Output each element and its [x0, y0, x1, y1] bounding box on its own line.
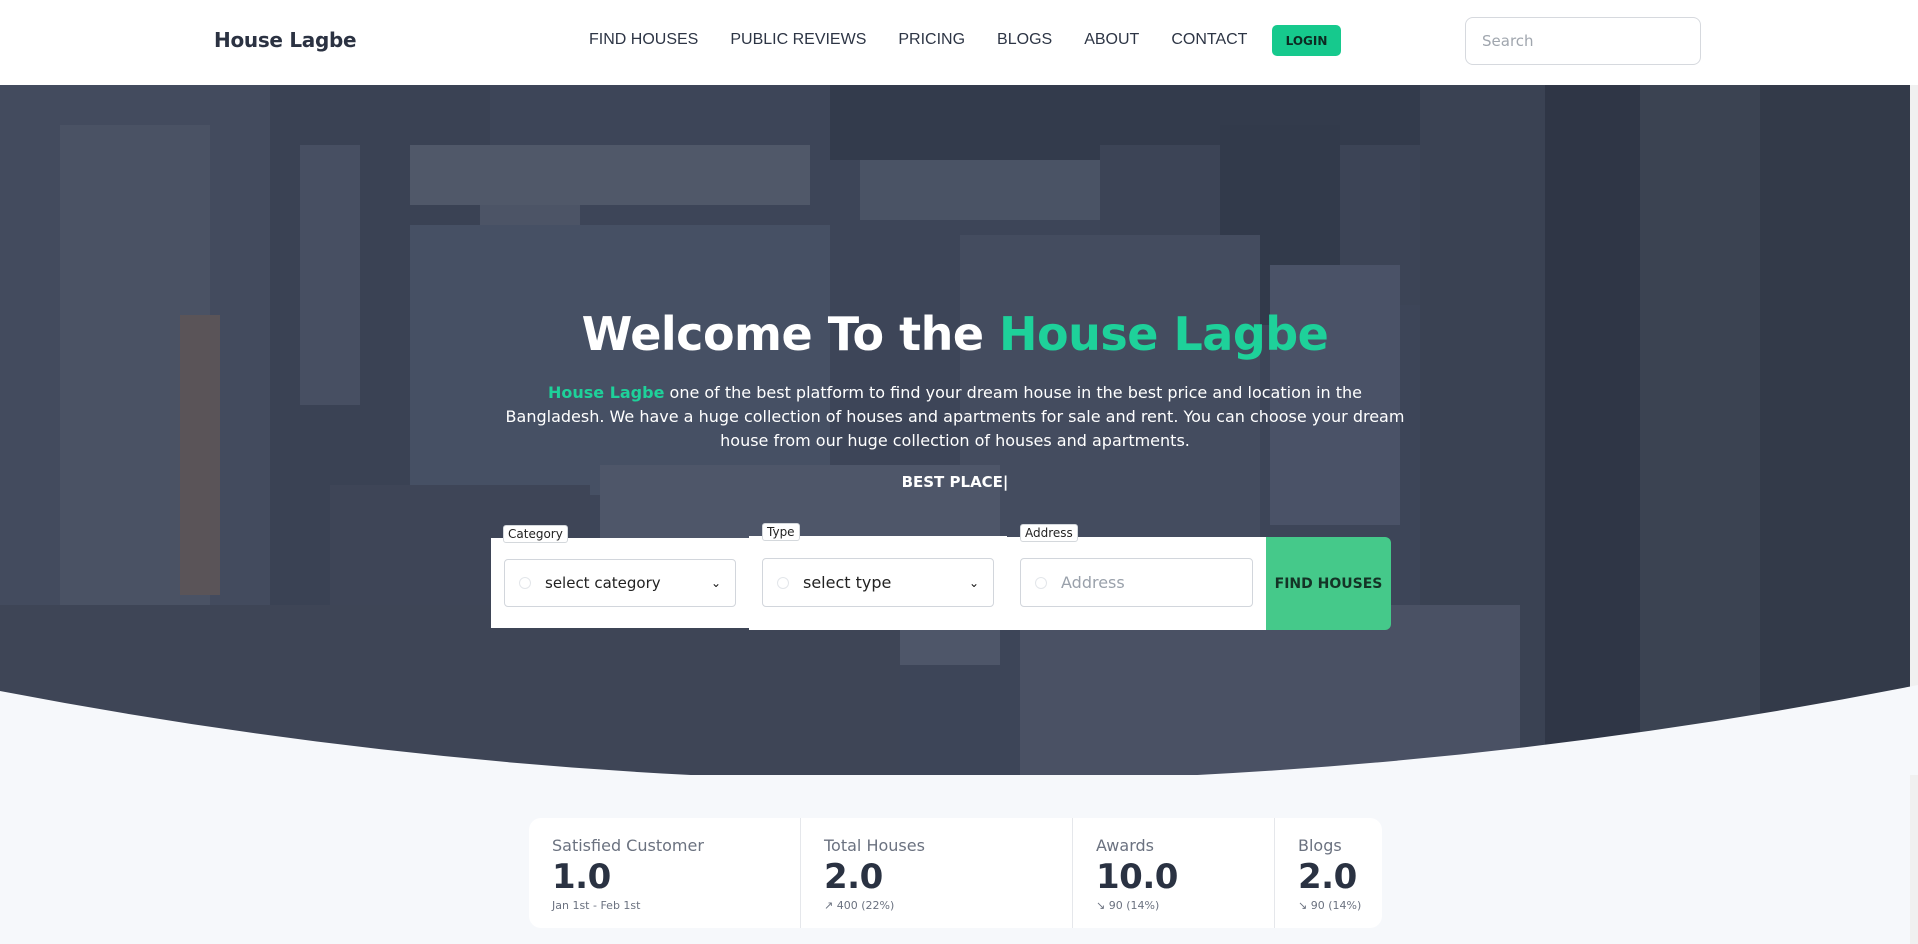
address-field[interactable]: Address	[1020, 558, 1253, 607]
brand-logo[interactable]: House Lagbe	[214, 28, 357, 52]
chevron-down-icon: ⌄	[710, 576, 721, 590]
category-label: Category	[503, 525, 568, 543]
category-icon	[519, 577, 531, 589]
stat-title: Total Houses	[824, 836, 925, 855]
type-select[interactable]: select type ⌄	[762, 558, 994, 607]
type-icon	[777, 576, 789, 589]
stat-title: Blogs	[1298, 836, 1342, 855]
nav-item-find-houses[interactable]: FIND HOUSES	[589, 31, 698, 49]
page-scrollbar[interactable]	[1910, 85, 1918, 944]
stat-title: Awards	[1096, 836, 1154, 855]
typed-tagline: BEST PLACE|	[901, 473, 1009, 491]
find-houses-button[interactable]: FIND HOUSES	[1266, 537, 1391, 630]
location-icon	[1035, 576, 1047, 589]
stat-desc: Jan 1st - Feb 1st	[552, 899, 641, 912]
hero-title-prefix: Welcome To the	[581, 307, 1000, 361]
address-label: Address	[1020, 524, 1078, 542]
login-button[interactable]: LOGIN	[1272, 25, 1341, 56]
nav-item-about[interactable]: ABOUT	[1084, 31, 1139, 49]
stat-desc: ↘︎ 90 (14%)	[1298, 899, 1362, 912]
hero-description-brand: House Lagbe	[547, 383, 665, 402]
stat-blogs: Blogs 2.0 ↘︎ 90 (14%)	[1275, 818, 1382, 928]
stat-title: Satisfied Customer	[552, 836, 704, 855]
hero-title-accent: House Lagbe	[999, 307, 1329, 361]
stat-value: 2.0	[1298, 857, 1357, 897]
category-select[interactable]: select category ⌄	[504, 559, 736, 607]
stat-total-houses: Total Houses 2.0 ↗︎ 400 (22%)	[801, 818, 1073, 928]
nav-item-public-reviews[interactable]: PUBLIC REVIEWS	[730, 31, 866, 49]
stat-desc: ↗︎ 400 (22%)	[824, 899, 895, 912]
type-label: Type	[762, 523, 800, 541]
stat-value: 1.0	[552, 857, 611, 897]
main-nav: FIND HOUSES PUBLIC REVIEWS PRICING BLOGS…	[589, 31, 1279, 49]
stat-value: 10.0	[1096, 857, 1178, 897]
address-placeholder: Address	[1061, 573, 1125, 592]
stat-value: 2.0	[824, 857, 883, 897]
stat-satisfied-customer: Satisfied Customer 1.0 Jan 1st - Feb 1st	[529, 818, 801, 928]
nav-item-pricing[interactable]: PRICING	[898, 31, 965, 49]
category-select-value: select category	[545, 574, 661, 592]
nav-item-blogs[interactable]: BLOGS	[997, 31, 1052, 49]
stat-awards: Awards 10.0 ↘︎ 90 (14%)	[1073, 818, 1275, 928]
stat-desc: ↘︎ 90 (14%)	[1096, 899, 1160, 912]
stats-panel: Satisfied Customer 1.0 Jan 1st - Feb 1st…	[529, 818, 1382, 928]
nav-item-contact[interactable]: CONTACT	[1171, 31, 1247, 49]
hero-description: House Lagbe one of the best platform to …	[505, 381, 1405, 453]
chevron-down-icon: ⌄	[968, 575, 979, 590]
search-input[interactable]	[1465, 17, 1701, 65]
top-navbar: House Lagbe FIND HOUSES PUBLIC REVIEWS P…	[0, 0, 1918, 85]
type-select-value: select type	[803, 573, 892, 592]
hero-title: Welcome To the House Lagbe	[0, 307, 1910, 361]
